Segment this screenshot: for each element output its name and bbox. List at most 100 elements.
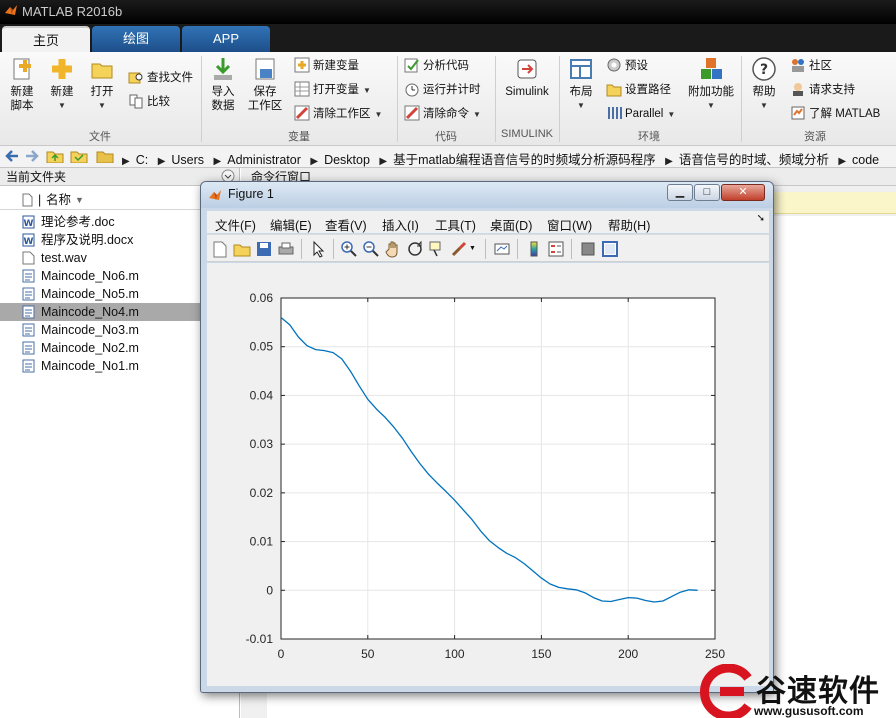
y-tick-label: -0.01 [246, 632, 274, 646]
zoom-out-icon[interactable] [362, 240, 380, 258]
tab-plots[interactable]: 绘图 [92, 26, 180, 52]
up-folder-icon[interactable] [46, 149, 64, 166]
y-tick-label: 0.04 [250, 388, 274, 402]
brush-icon[interactable] [450, 240, 468, 258]
link-plot-icon[interactable] [493, 240, 511, 258]
clear-commands-label: 清除命令 [423, 108, 469, 120]
menu-edit[interactable]: 编辑(E) [270, 215, 312, 234]
open-button[interactable]: 打开 ▼ [86, 56, 118, 113]
help-question-icon: ? [751, 56, 777, 82]
addons-button[interactable]: 附加功能 ▼ [686, 56, 736, 113]
pan-hand-icon[interactable] [384, 240, 402, 258]
chevron-down-icon: ▼ [707, 101, 715, 110]
tab-home[interactable]: 主页 [2, 26, 90, 52]
file-name: Maincode_No4.m [41, 305, 139, 319]
preferences-button[interactable]: 预设 [606, 56, 648, 76]
new-figure-icon[interactable] [211, 240, 229, 258]
y-tick-label: 0.03 [250, 437, 274, 451]
matlab-figure-icon [208, 188, 222, 205]
new-variable-button[interactable]: 新建变量 [294, 56, 359, 76]
set-path-label: 设置路径 [625, 84, 671, 96]
clear-workspace-button[interactable]: 清除工作区 ▼ [294, 104, 382, 124]
back-arrow-icon[interactable] [4, 149, 20, 166]
find-files-icon [128, 69, 144, 85]
file-name: 理论参考.doc [41, 215, 115, 229]
figure-window: Figure 1 ▁ □ ✕ 文件(F) 编辑(E) 查看(V) 插入(I) 工… [200, 181, 774, 693]
print-icon[interactable] [277, 240, 295, 258]
breadcrumb-item[interactable]: code [852, 153, 879, 167]
colorbar-icon[interactable] [525, 240, 543, 258]
zoom-in-icon[interactable] [340, 240, 358, 258]
compare-button[interactable]: 比较 [128, 92, 170, 112]
breadcrumb-item[interactable]: Desktop [324, 153, 370, 167]
chevron-down-icon: ▼ [667, 110, 676, 119]
analyze-code-icon [404, 57, 420, 73]
folder-icon [96, 149, 114, 166]
set-path-button[interactable]: 设置路径 [606, 80, 671, 100]
minimize-button[interactable]: ▁ [667, 184, 693, 201]
save-icon[interactable] [255, 240, 273, 258]
run-and-time-icon [404, 81, 420, 97]
menu-window[interactable]: 窗口(W) [547, 215, 592, 234]
rotate-3d-icon[interactable] [406, 240, 424, 258]
breadcrumb-item[interactable]: Administrator [227, 153, 301, 167]
breadcrumb-item[interactable]: 语音信号的时域、频域分析 [679, 153, 829, 167]
parallel-button[interactable]: Parallel ▼ [606, 104, 675, 124]
breadcrumb-item[interactable]: C: [136, 153, 149, 167]
tab-apps[interactable]: APP [182, 26, 270, 52]
import-data-button[interactable]: 导入 数据 [206, 56, 240, 113]
legend-icon[interactable] [547, 240, 565, 258]
chevron-down-icon: ▼ [760, 101, 768, 110]
file-name: test.wav [41, 251, 87, 265]
analyze-code-button[interactable]: 分析代码 [404, 56, 469, 76]
menu-view[interactable]: 查看(V) [325, 215, 367, 234]
toolbar-divider [301, 239, 302, 259]
file-name: 程序及说明.docx [41, 233, 134, 247]
save-workspace-button[interactable]: 保存 工作区 [246, 56, 284, 113]
m-file-icon [22, 269, 35, 283]
section-title-simulink: SIMULINK [501, 128, 553, 140]
file-name: Maincode_No6.m [41, 269, 139, 283]
m-file-icon [22, 323, 35, 337]
breadcrumb-item[interactable]: Users [171, 153, 204, 167]
learn-matlab-button[interactable]: 了解 MATLAB [790, 104, 880, 124]
simulink-icon [514, 56, 540, 82]
word-doc-icon: W [22, 215, 35, 229]
hide-tools-icon[interactable] [579, 240, 597, 258]
pointer-icon[interactable] [309, 240, 327, 258]
figure-toolbar: ▼ [207, 234, 769, 262]
simulink-button[interactable]: Simulink [502, 56, 552, 99]
new-script-label: 新建 脚本 [10, 86, 34, 112]
menu-tools[interactable]: 工具(T) [435, 215, 476, 234]
forward-arrow-icon[interactable] [24, 149, 40, 166]
x-tick-label: 150 [531, 647, 551, 661]
open-variable-button[interactable]: 打开变量 ▼ [294, 80, 371, 100]
show-tools-icon[interactable] [601, 240, 619, 258]
layout-button[interactable]: 布局 ▼ [566, 56, 596, 113]
menu-file[interactable]: 文件(F) [215, 215, 256, 234]
community-button[interactable]: 社区 [790, 56, 832, 76]
help-button[interactable]: ? 帮助 ▼ [748, 56, 780, 113]
data-cursor-icon[interactable] [428, 240, 446, 258]
menu-desktop[interactable]: 桌面(D) [490, 215, 532, 234]
line-plot[interactable]: 0 50 100 150 200 250 -0.01 0 0.01 0.02 0.03 0.04 0.0… [207, 263, 769, 686]
find-files-button[interactable]: 查找文件 [128, 68, 193, 88]
breadcrumb-item[interactable]: 基于matlab编程语音信号的时频域分析源码程序 [393, 153, 656, 167]
menu-help[interactable]: 帮助(H) [608, 215, 650, 234]
figure-titlebar[interactable]: Figure 1 ▁ □ ✕ [201, 182, 773, 208]
close-button[interactable]: ✕ [721, 184, 765, 201]
run-and-time-button[interactable]: 运行并计时 [404, 80, 481, 100]
community-label: 社区 [809, 60, 832, 72]
maximize-button[interactable]: □ [694, 184, 720, 201]
new-script-button[interactable]: 新建 脚本 [4, 56, 40, 113]
open-file-icon[interactable] [233, 240, 251, 258]
addons-cubes-icon [698, 56, 724, 82]
menu-insert[interactable]: 插入(I) [382, 215, 419, 234]
window-titlebar: MATLAB R2016b [0, 0, 896, 24]
clear-commands-button[interactable]: 清除命令 ▼ [404, 104, 481, 124]
browse-folder-icon[interactable] [70, 149, 88, 166]
new-button[interactable]: 新建 ▼ [46, 56, 78, 113]
dock-arrow-icon[interactable]: ➘ [757, 213, 765, 224]
matlab-logo-icon [4, 3, 18, 20]
request-support-button[interactable]: 请求支持 [790, 80, 855, 100]
